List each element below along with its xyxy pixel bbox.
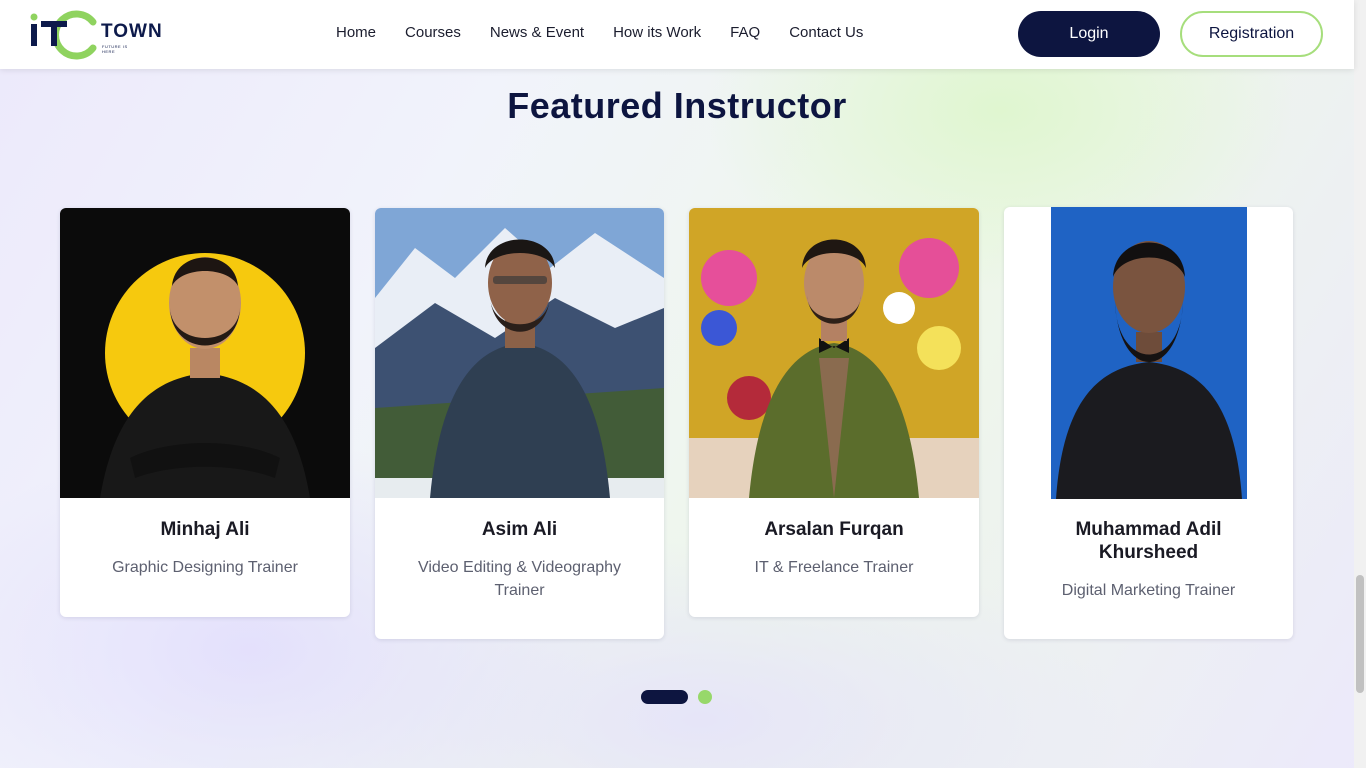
scrollbar-thumb[interactable] <box>1356 575 1364 693</box>
person-photo-mountain-backdrop-icon <box>375 208 664 498</box>
instructor-card[interactable]: Muhammad Adil Khursheed Digital Marketin… <box>1004 207 1293 639</box>
brand-name: TOWN <box>101 21 163 42</box>
instructor-role: Video Editing & Videography Trainer <box>417 559 622 599</box>
instructor-name: Arsalan Furqan <box>764 519 904 540</box>
instructor-photo <box>1051 207 1247 499</box>
nav-courses[interactable]: Courses <box>405 24 461 41</box>
site-header: TOWN FUTURE IS HERE Home Courses News & … <box>0 0 1354 69</box>
instructor-name: Muhammad Adil Khursheed <box>1075 519 1222 563</box>
brand-logo[interactable]: TOWN FUTURE IS HERE <box>29 8 162 60</box>
section-title: Featured Instructor <box>507 85 847 126</box>
instructor-name: Asim Ali <box>481 519 558 540</box>
instructor-role: Graphic Designing Trainer <box>112 559 298 576</box>
brand-tagline: FUTURE IS HERE <box>102 44 128 54</box>
nav-contact-us[interactable]: Contact Us <box>789 24 863 41</box>
carousel-dot[interactable] <box>698 690 712 704</box>
instructor-card[interactable]: Minhaj Ali Graphic Designing Trainer <box>60 208 350 617</box>
instructor-photo <box>375 208 664 498</box>
person-photo-floral-backdrop-icon <box>689 208 979 498</box>
person-photo-yellow-circle-backdrop-icon <box>60 208 350 498</box>
nav-faq[interactable]: FAQ <box>730 24 760 41</box>
nav-how-its-work[interactable]: How its Work <box>613 24 701 41</box>
instructor-photo <box>689 208 979 498</box>
instructor-card[interactable]: Asim Ali Video Editing & Videography Tra… <box>375 208 664 639</box>
person-photo-blue-backdrop-icon <box>1051 207 1247 499</box>
carousel-dot-active[interactable] <box>641 690 688 704</box>
registration-button[interactable]: Registration <box>1180 11 1323 57</box>
instructor-photo <box>60 208 350 498</box>
instructor-name: Minhaj Ali <box>160 519 250 540</box>
instructor-role: Digital Marketing Trainer <box>1061 582 1236 599</box>
instructor-role: IT & Freelance Trainer <box>754 559 914 576</box>
nav-home[interactable]: Home <box>336 24 376 41</box>
login-button[interactable]: Login <box>1018 11 1160 57</box>
nav-news-event[interactable]: News & Event <box>490 24 584 41</box>
main-nav: Home Courses News & Event How its Work F… <box>336 24 892 41</box>
instructor-card[interactable]: Arsalan Furqan IT & Freelance Trainer <box>689 208 979 617</box>
